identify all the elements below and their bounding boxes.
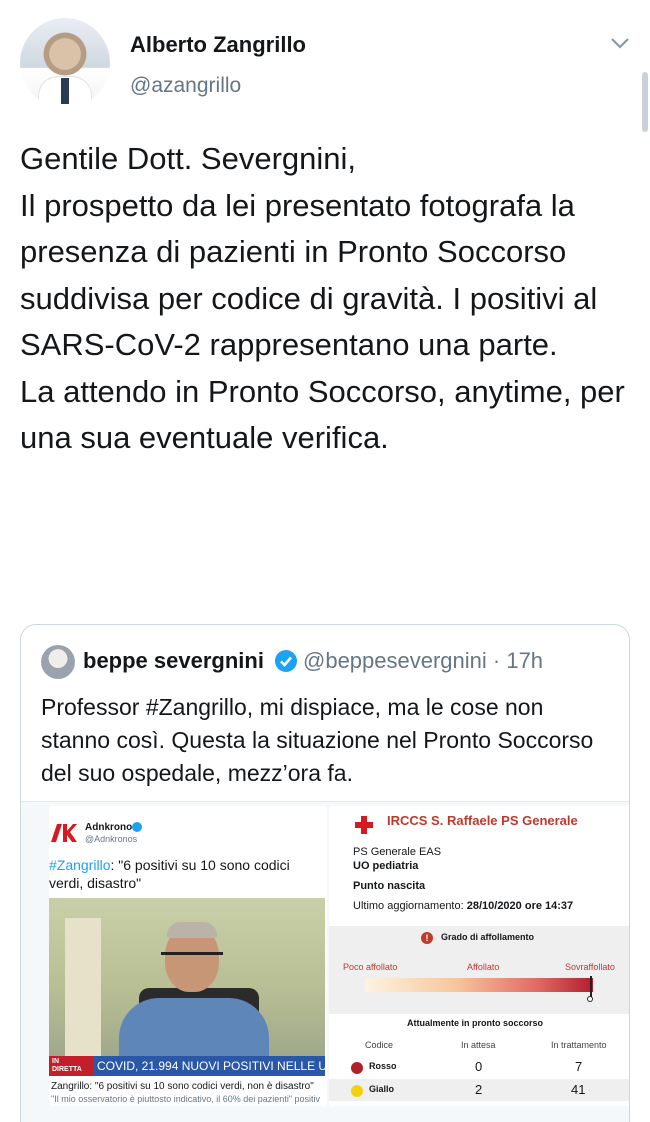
author-avatar[interactable] [20,18,110,108]
row-waiting: 2 [475,1082,483,1097]
news-ticker: IN DIRETTA COVID, 21.994 NUOVI POSITIVI … [49,1056,325,1076]
gauge-title: Grado di affollamento [441,932,535,942]
quoted-handle-time: @beppesevergnini · 17h [303,648,544,673]
news-video-frame: IN DIRETTA COVID, 21.994 NUOVI POSITIVI … [49,898,325,1076]
code-dot-icon [351,1085,363,1097]
news-source-name: Adnkronos [85,822,138,833]
table-title: Attualmente in pronto soccorso [407,1018,544,1028]
scrollbar[interactable] [642,72,648,132]
quoted-tweet[interactable]: beppe severgnini @beppesevergnini · 17h … [20,624,630,1122]
author-handle[interactable]: @azangrillo [130,74,241,98]
table-row: Giallo 2 41 [329,1079,629,1101]
gauge-marker-dot [586,996,593,1002]
verified-badge-icon [275,650,297,672]
news-screenshot: Adnkronos @Adnkronos #Zangrillo: "6 posi… [49,806,327,1106]
news-verified-icon [132,822,142,832]
news-source-handle: @Adnkronos [85,834,138,844]
row-treating: 7 [575,1059,583,1074]
author-name[interactable]: Alberto Zangrillo [130,32,306,58]
tweet-header: Alberto Zangrillo @azangrillo [0,0,650,120]
quoted-text: Professor #Zangrillo, mi dispiace, ma le… [41,694,594,786]
chevron-down-icon[interactable] [610,36,630,50]
quoted-author-name[interactable]: beppe severgnini [83,648,264,674]
code-dot-icon [351,1062,363,1074]
adnkronos-logo-icon [51,824,77,842]
row-waiting: 0 [475,1059,483,1074]
gauge-bar [365,978,593,992]
gauge-label-high: Sovraffollato [565,962,615,972]
row-treating: 41 [571,1082,586,1097]
row-code: Rosso [369,1061,397,1071]
dashboard-line-3: Punto nascita [353,880,426,892]
gauge-label-mid: Affollato [467,962,500,972]
col-header-waiting: In attesa [461,1040,496,1050]
dashboard-title: IRCCS S. Raffaele PS Generale [387,813,578,828]
dashboard-line-1: PS Generale EAS [353,846,442,858]
ps-dashboard-screenshot: IRCCS S. Raffaele PS Generale PS General… [329,806,629,1106]
dashboard-line-2: UO pediatria [353,860,419,872]
table-row: Rosso 0 7 [329,1056,629,1078]
quoted-avatar[interactable] [41,645,75,679]
red-cross-icon [355,816,373,834]
col-header-code: Codice [365,1040,394,1050]
update-label: Ultimo aggiornamento: [353,900,464,912]
gauge-marker [589,976,592,998]
ticker-text: COVID, 21.994 NUOVI POSITIVI NELLE ULTI [97,1059,325,1073]
news-subcaption: "Il mio osservatorio è piuttosto indicat… [51,1094,321,1104]
news-caption: Zangrillo: "6 positivi su 10 sono codici… [51,1081,314,1092]
news-hashtag: #Zangrillo [49,857,111,873]
tweet-text: Gentile Dott. Severgnini, Il prospetto d… [20,141,625,455]
news-headline: #Zangrillo: "6 positivi su 10 sono codic… [49,856,325,892]
col-header-treating: In trattamento [551,1040,607,1050]
live-badge: IN DIRETTA [49,1056,93,1076]
quoted-media[interactable]: Adnkronos @Adnkronos #Zangrillo: "6 posi… [21,801,629,1122]
update-value: 28/10/2020 ore 14:37 [466,900,574,912]
gauge-label-low: Poco affollato [343,962,398,972]
dashboard-update: Ultimo aggiornamento: 28/10/2020 ore 14:… [353,900,573,912]
info-icon: ! [421,932,433,944]
row-code: Giallo [369,1084,395,1094]
crowding-gauge: ! Grado di affollamento Poco affollato A… [329,926,629,1014]
